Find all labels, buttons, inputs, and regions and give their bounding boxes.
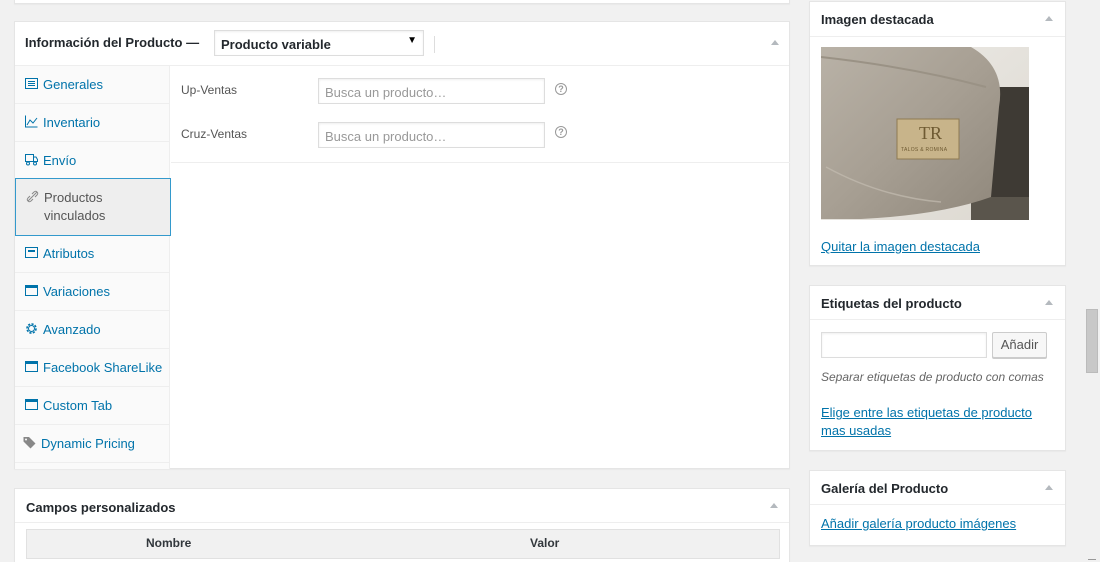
logo-caption: TALOS & ROMINA [901, 147, 948, 153]
truck-icon [25, 154, 38, 166]
remove-featured-image-link[interactable]: Quitar la imagen destacada [821, 239, 980, 254]
fields-divider [171, 162, 790, 163]
help-icon[interactable]: ? [555, 83, 567, 95]
help-icon[interactable]: ? [555, 126, 567, 138]
tab-label: Atributos [43, 246, 95, 261]
product-data-tabs: Generales Inventario Envío Productos vin… [15, 66, 171, 469]
header-divider [810, 504, 1065, 505]
header-divider [15, 522, 789, 523]
product-data-box: Información del Producto — Producto vari… [14, 21, 790, 469]
custom-fields-table-header: Nombre Valor [26, 529, 780, 559]
header-divider [810, 319, 1065, 320]
tab-variaciones[interactable]: Variaciones [15, 273, 170, 311]
product-type-value: Producto variable [221, 37, 331, 52]
crosssells-placeholder: Busca un producto… [325, 129, 447, 144]
attributes-icon [25, 247, 38, 258]
tab-avanzado[interactable]: Avanzado [15, 311, 170, 349]
tag-input[interactable] [821, 332, 987, 358]
upsells-placeholder: Busca un producto… [325, 85, 447, 100]
tab-label: Inventario [43, 115, 101, 130]
popular-tags-link[interactable]: Elige entre las etiquetas de producto ma… [821, 404, 1057, 440]
crosssells-label: Cruz-Ventas [181, 127, 248, 141]
upsells-label: Up-Ventas [181, 83, 238, 97]
tab-label: Generales [43, 77, 103, 92]
tab-label: Envío [43, 153, 77, 168]
product-data-header: Información del Producto — Producto vari… [15, 22, 789, 66]
tab-envio[interactable]: Envío [15, 142, 170, 180]
featured-image-title: Imagen destacada [821, 12, 934, 27]
window-icon [25, 361, 38, 372]
collapse-arrow-icon[interactable] [1045, 16, 1053, 21]
scrollbar-thumb[interactable] [1086, 309, 1098, 373]
tab-atributos[interactable]: Atributos [15, 235, 170, 273]
gear-icon [26, 323, 37, 334]
product-data-title: Información del Producto — [25, 35, 200, 50]
tag-help-text: Separar etiquetas de producto con comas [821, 370, 1044, 384]
product-tags-title: Etiquetas del producto [821, 296, 962, 311]
tab-dynamic-pricing[interactable]: Dynamic Pricing [15, 425, 170, 463]
column-header-valor: Valor [530, 536, 560, 550]
logo-initials: TR [919, 123, 943, 143]
collapse-arrow-icon[interactable] [1045, 485, 1053, 490]
scrollbar-marker [1088, 559, 1096, 560]
tab-custom-tab[interactable]: Custom Tab [15, 387, 170, 425]
featured-product-image[interactable]: TR TALOS & ROMINA [821, 47, 1029, 220]
collapse-arrow-icon[interactable] [771, 40, 779, 45]
previous-postbox-edge [14, 0, 790, 4]
tab-label: Custom Tab [43, 398, 113, 413]
crosssells-input[interactable]: Busca un producto… [318, 122, 545, 148]
tab-generales[interactable]: Generales [15, 66, 170, 104]
tab-inventario[interactable]: Inventario [15, 104, 170, 142]
header-separator [434, 36, 435, 53]
window-icon [25, 399, 38, 410]
product-gallery-title: Galería del Producto [821, 481, 949, 496]
tab-facebook-sharelike[interactable]: Facebook ShareLike [15, 349, 170, 387]
product-type-select[interactable]: Producto variable ▼ [214, 30, 424, 56]
chevron-down-icon: ▼ [407, 35, 417, 46]
custom-fields-box: Campos personalizados Nombre Valor [14, 488, 790, 562]
product-gallery-box: Galería del Producto Añadir galería prod… [809, 470, 1066, 546]
tab-label: Dynamic Pricing [41, 436, 135, 451]
link-icon [26, 190, 39, 203]
chart-icon [25, 115, 38, 128]
collapse-arrow-icon[interactable] [1045, 300, 1053, 305]
collapse-arrow-icon[interactable] [770, 503, 778, 508]
window-icon [25, 285, 38, 296]
tab-label: Facebook ShareLike [43, 360, 163, 375]
featured-image-box: Imagen destacada TR TALOS & ROMINA Quita… [809, 1, 1066, 266]
upsells-input[interactable]: Busca un producto… [318, 78, 545, 104]
tab-label: Productos vinculados [44, 190, 106, 223]
header-divider [810, 36, 1065, 37]
list-icon [25, 78, 38, 89]
custom-fields-title: Campos personalizados [26, 500, 176, 515]
product-tags-box: Etiquetas del producto Añadir Separar et… [809, 285, 1066, 451]
tab-productos-vinculados[interactable]: Productos vinculados [15, 178, 171, 236]
tab-label: Variaciones [43, 284, 110, 299]
add-tag-button[interactable]: Añadir [992, 332, 1047, 358]
column-header-nombre: Nombre [146, 536, 192, 550]
add-gallery-images-link[interactable]: Añadir galería producto imágenes [821, 516, 1016, 531]
tab-label: Avanzado [43, 322, 101, 337]
tag-icon [23, 437, 36, 449]
